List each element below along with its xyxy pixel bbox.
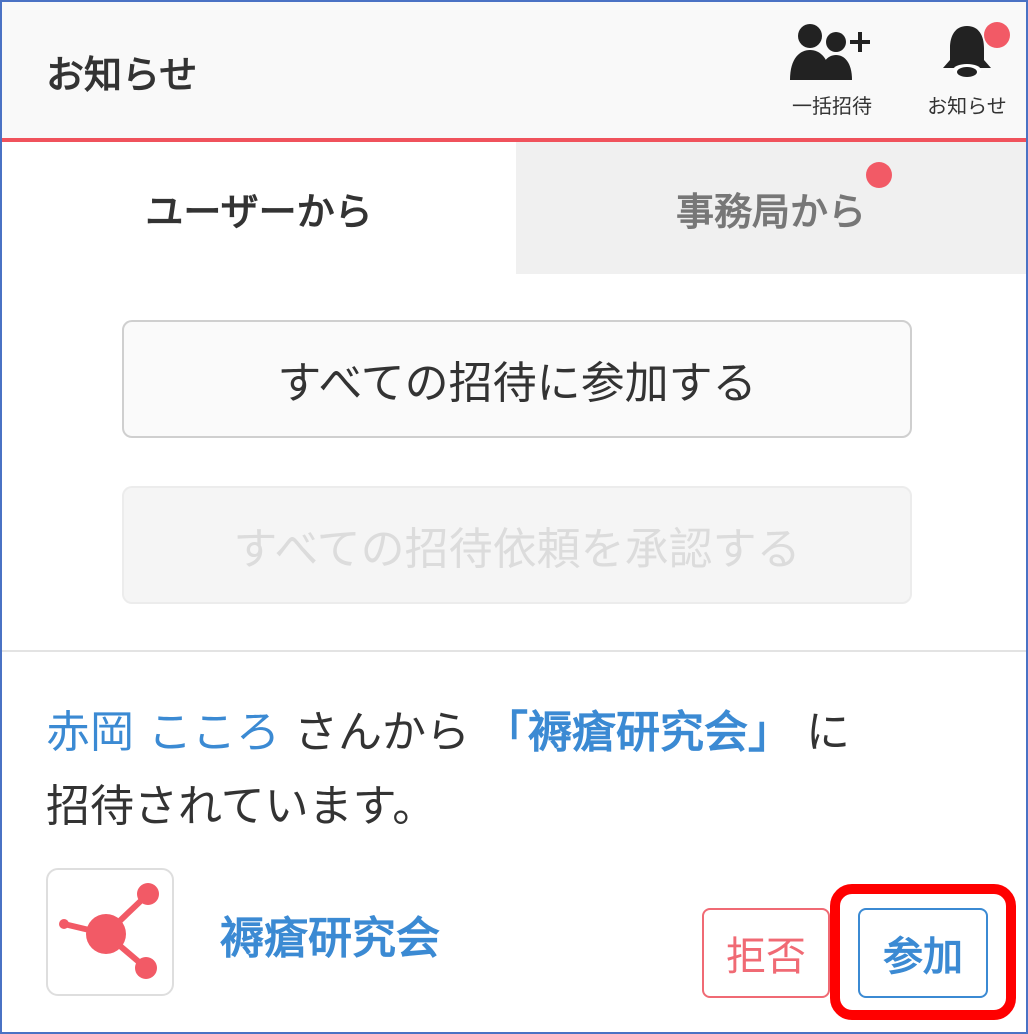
header: お知らせ 一括招待 お知らせ xyxy=(2,2,1026,142)
tab-bar: ユーザーから 事務局から xyxy=(2,142,1026,274)
message-text: さんから xyxy=(280,707,484,758)
reject-button[interactable]: 拒否 xyxy=(702,908,830,998)
group-avatar[interactable] xyxy=(46,868,174,996)
notifications-label: お知らせ xyxy=(927,94,1007,118)
bulk-invite-button[interactable]: 一括招待 xyxy=(777,22,887,132)
tab-badge xyxy=(866,162,892,188)
tab-from-office-label: 事務局から xyxy=(675,189,866,234)
tab-from-office[interactable]: 事務局から xyxy=(516,142,1026,274)
notification-badge xyxy=(984,22,1010,48)
inviter-name-link[interactable]: 赤岡 こころ xyxy=(46,707,280,758)
join-button[interactable]: 参加 xyxy=(858,908,988,998)
share-network-icon xyxy=(59,883,159,979)
group-name-link[interactable]: 褥瘡研究会 xyxy=(220,902,440,966)
join-all-button[interactable]: すべての招待に参加する xyxy=(122,320,912,438)
page-title: お知らせ xyxy=(46,53,198,97)
approve-all-button[interactable]: すべての招待依頼を承認する xyxy=(122,486,912,604)
message-text-ni: に xyxy=(791,707,850,758)
invitation-message: 赤岡 こころ さんから 「褥瘡研究会」 に招待されています。 xyxy=(46,696,986,844)
divider xyxy=(2,650,1026,652)
notifications-button[interactable]: お知らせ xyxy=(912,22,1022,132)
group-link[interactable]: 「褥瘡研究会」 xyxy=(484,707,792,758)
message-text-invited: 招待されています。 xyxy=(46,781,437,832)
bulk-invite-label: 一括招待 xyxy=(792,94,872,118)
tab-from-users[interactable]: ユーザーから xyxy=(2,142,516,274)
notification-panel: お知らせ 一括招待 お知らせ ユーザーから 事務局から すべての招待に参加する … xyxy=(0,0,1028,1034)
users-add-icon xyxy=(790,24,870,80)
